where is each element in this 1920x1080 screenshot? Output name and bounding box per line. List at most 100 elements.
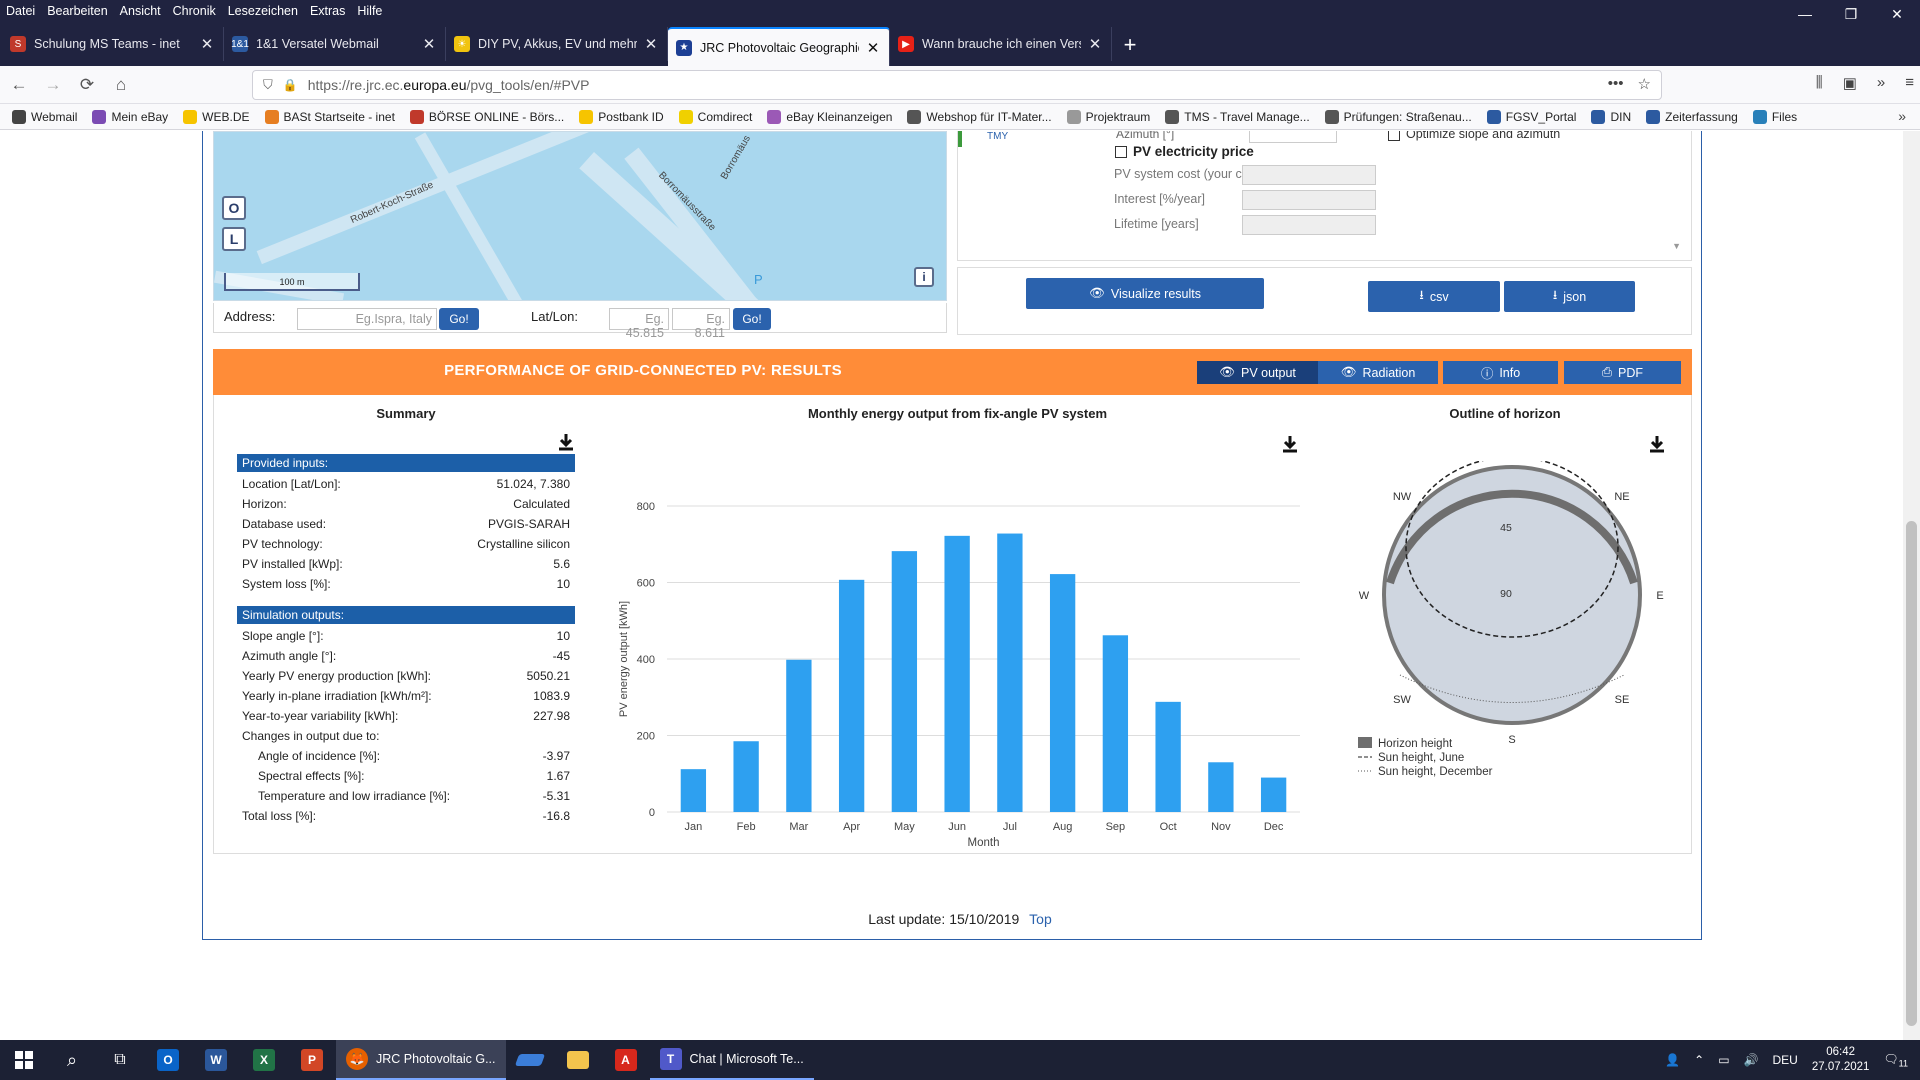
- bookmark-star-icon[interactable]: ☆: [1638, 75, 1651, 93]
- bar[interactable]: [1260, 777, 1287, 812]
- bookmark-item[interactable]: Webmail: [12, 109, 77, 124]
- hamburger-menu-icon[interactable]: ≡: [1905, 74, 1914, 92]
- interest-input[interactable]: [1242, 190, 1376, 210]
- library-icon[interactable]: ⫼: [1816, 74, 1823, 92]
- bookmark-item[interactable]: Postbank ID: [579, 109, 664, 124]
- app-icon[interactable]: [506, 1040, 554, 1080]
- map[interactable]: Robert-Koch-Straße Borromäusstraße Borro…: [213, 131, 947, 301]
- lat-input[interactable]: Eg. 45.815: [609, 308, 669, 340]
- sidebar-icon[interactable]: ▣: [1843, 74, 1857, 92]
- bookmark-item[interactable]: eBay Kleinanzeigen: [767, 109, 892, 124]
- taskbar-teams[interactable]: T Chat | Microsoft Te...: [649, 1040, 814, 1080]
- bar[interactable]: [944, 535, 970, 812]
- tab-close-icon[interactable]: ✕: [199, 35, 215, 53]
- lock-icon[interactable]: 🔒: [283, 78, 298, 92]
- bookmark-item[interactable]: BÖRSE ONLINE - Börs...: [409, 109, 564, 124]
- bookmark-item[interactable]: Comdirect: [678, 109, 752, 124]
- vertical-scrollbar[interactable]: [1903, 131, 1920, 1040]
- tab-pdf[interactable]: ⎙ PDF: [1564, 361, 1681, 384]
- browser-tab[interactable]: ▶ Wann brauche ich einen Verstä ✕: [890, 27, 1112, 61]
- word-icon[interactable]: W: [192, 1040, 240, 1080]
- scroll-down-icon[interactable]: ▼: [1672, 241, 1681, 251]
- overflow-chevron-icon[interactable]: »: [1877, 74, 1885, 92]
- browser-tab[interactable]: ☀ DIY PV, Akkus, EV und mehr - A ✕: [446, 27, 668, 61]
- new-tab-icon[interactable]: +: [1112, 32, 1148, 58]
- reload-icon[interactable]: ⟳: [72, 75, 102, 95]
- bookmark-item[interactable]: FGSV_Portal: [1486, 109, 1576, 124]
- network-icon[interactable]: ▭: [1718, 1053, 1729, 1067]
- bookmarks-overflow-icon[interactable]: »: [1898, 108, 1906, 124]
- volume-icon[interactable]: 🔊: [1744, 1053, 1759, 1067]
- page-actions-icon[interactable]: •••: [1608, 75, 1624, 93]
- menu-item[interactable]: Datei: [6, 4, 35, 18]
- menu-item[interactable]: Ansicht: [120, 4, 161, 18]
- bar[interactable]: [997, 533, 1023, 812]
- bar[interactable]: [1208, 762, 1234, 812]
- forward-icon[interactable]: →: [38, 75, 68, 95]
- url-bar[interactable]: ⛉ 🔒 https://re.jrc.ec. europa.eu/pvg_tool…: [252, 70, 1662, 100]
- cost-input[interactable]: [1242, 165, 1376, 185]
- download-summary-icon[interactable]: [557, 433, 575, 451]
- latlon-go-button[interactable]: Go!: [733, 308, 771, 330]
- lifetime-input[interactable]: [1242, 215, 1376, 235]
- home-icon[interactable]: ⌂: [106, 75, 136, 95]
- map-btn-o[interactable]: O: [222, 196, 246, 220]
- windows-start-icon[interactable]: [0, 1040, 48, 1080]
- bookmark-item[interactable]: Projektraum: [1066, 109, 1150, 124]
- tab-close-icon[interactable]: ✕: [643, 35, 659, 53]
- browser-tab[interactable]: 1&1 1&1 Versatel Webmail ✕: [224, 27, 446, 61]
- price-checkbox[interactable]: [1115, 146, 1127, 158]
- tab-info[interactable]: ⓘ Info: [1443, 361, 1558, 384]
- bar[interactable]: [838, 579, 865, 812]
- bar[interactable]: [733, 741, 759, 812]
- address-go-button[interactable]: Go!: [439, 308, 479, 330]
- menu-item[interactable]: Bearbeiten: [47, 4, 107, 18]
- bookmark-item[interactable]: WEB.DE: [183, 109, 250, 124]
- csv-download-button[interactable]: ⭳ csv: [1368, 281, 1500, 312]
- tab-radiation[interactable]: 👁 Radiation: [1318, 361, 1438, 384]
- outlook-icon[interactable]: O: [144, 1040, 192, 1080]
- task-view-icon[interactable]: ⧉: [96, 1040, 144, 1080]
- bookmark-item[interactable]: Webshop für IT-Mater...: [907, 109, 1052, 124]
- browser-tab[interactable]: S Schulung MS Teams - inet ✕: [2, 27, 224, 61]
- back-icon[interactable]: ←: [4, 75, 34, 95]
- search-icon[interactable]: ⌕: [48, 1040, 96, 1080]
- lon-input[interactable]: Eg. 8.611: [672, 308, 730, 340]
- bookmark-item[interactable]: DIN: [1591, 109, 1631, 124]
- visualize-results-button[interactable]: 👁 Visualize results: [1026, 278, 1264, 309]
- acrobat-icon[interactable]: A: [602, 1040, 650, 1080]
- clock[interactable]: 06:42 27.07.2021: [1812, 1045, 1870, 1075]
- optimize-checkbox[interactable]: [1388, 131, 1400, 141]
- tab-close-icon[interactable]: ✕: [1087, 35, 1103, 53]
- people-icon[interactable]: 👤: [1665, 1053, 1680, 1067]
- taskbar-firefox[interactable]: 🦊 JRC Photovoltaic G...: [336, 1040, 506, 1080]
- json-download-button[interactable]: ⭳ json: [1504, 281, 1635, 312]
- bar[interactable]: [1155, 701, 1181, 812]
- menu-item[interactable]: Hilfe: [357, 4, 382, 18]
- notifications-icon[interactable]: 🗨11: [1883, 1052, 1908, 1068]
- bar[interactable]: [680, 769, 707, 812]
- bar[interactable]: [891, 551, 918, 812]
- bookmark-item[interactable]: Prüfungen: Straßenau...: [1324, 109, 1472, 124]
- bookmark-item[interactable]: Zeiterfassung: [1646, 109, 1738, 124]
- tab-close-icon[interactable]: ✕: [421, 35, 437, 53]
- excel-icon[interactable]: X: [240, 1040, 288, 1080]
- scroll-thumb[interactable]: [1906, 521, 1917, 1026]
- bar[interactable]: [786, 659, 812, 812]
- tab-close-icon[interactable]: ✕: [865, 39, 881, 57]
- address-input[interactable]: Eg.Ispra, Italy: [297, 308, 437, 330]
- chevron-up-icon[interactable]: ⌃: [1694, 1053, 1704, 1067]
- tab-pv-output[interactable]: 👁 PV output: [1197, 361, 1318, 384]
- file-explorer-icon[interactable]: [554, 1040, 602, 1080]
- top-link[interactable]: Top: [1029, 911, 1052, 927]
- map-btn-l[interactable]: L: [222, 227, 246, 251]
- language-indicator[interactable]: DEU: [1773, 1053, 1798, 1067]
- download-horizon-icon[interactable]: [1648, 435, 1666, 453]
- shield-icon[interactable]: ⛉: [263, 77, 273, 93]
- bookmark-item[interactable]: Mein eBay: [92, 109, 168, 124]
- bookmark-item[interactable]: BASt Startseite - inet: [264, 109, 395, 124]
- bookmark-item[interactable]: Files: [1752, 109, 1797, 124]
- menu-item[interactable]: Extras: [310, 4, 345, 18]
- map-info-icon[interactable]: i: [914, 267, 934, 287]
- browser-tab[interactable]: ★ JRC Photovoltaic Geographical ✕: [668, 27, 890, 66]
